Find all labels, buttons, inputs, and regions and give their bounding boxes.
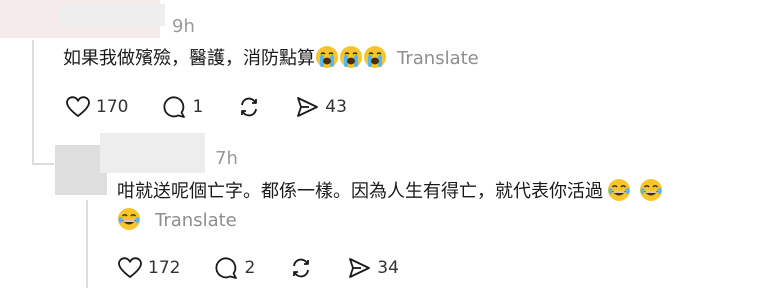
share-button[interactable]: 34 — [347, 256, 399, 280]
share-button[interactable]: 43 — [295, 95, 347, 119]
joy-emoji-icon — [639, 178, 663, 212]
blurred-username-reply — [100, 133, 205, 173]
joy-emoji-icon — [607, 178, 631, 212]
share-count: 34 — [377, 258, 399, 278]
translate-link[interactable]: Translate — [397, 48, 479, 69]
sob-emoji-icon — [363, 45, 387, 79]
translate-link[interactable]: Translate — [155, 210, 237, 231]
repost-button[interactable] — [289, 256, 313, 280]
joy-emoji-icon — [117, 207, 141, 241]
repost-button[interactable] — [237, 95, 261, 119]
sob-emoji-icon — [339, 45, 363, 79]
reply-body: 咁就送呢個亡字。都係一樣。因為人生有得亡，就代表你活過 — [117, 181, 603, 202]
sob-emoji-icon — [315, 45, 339, 79]
reply-button[interactable]: 2 — [214, 256, 255, 280]
reply-count: 2 — [244, 258, 256, 278]
reply-timestamp: 7h — [215, 148, 238, 169]
heart-icon — [66, 96, 90, 117]
reply-count: 1 — [192, 97, 204, 117]
comment-body: 如果我做殯殮，醫護，消防點算 — [63, 48, 315, 69]
heart-icon — [118, 257, 142, 278]
thread-connector-reply — [86, 200, 88, 288]
share-count: 43 — [325, 97, 347, 117]
like-count: 172 — [148, 258, 181, 278]
repost-icon — [241, 97, 258, 117]
send-icon — [297, 97, 319, 117]
like-count: 170 — [96, 97, 129, 117]
comment-timestamp: 9h — [172, 16, 195, 37]
reply-button[interactable]: 1 — [162, 95, 203, 119]
blurred-username-top — [60, 4, 165, 26]
reply-actions: 172 2 34 — [118, 254, 433, 282]
like-button[interactable]: 170 — [66, 96, 128, 118]
speech-bubble-icon — [215, 257, 238, 279]
reply-text-line-2: Translate — [117, 206, 237, 241]
send-icon — [349, 258, 371, 278]
thread-connector — [32, 40, 34, 165]
like-button[interactable]: 172 — [118, 257, 180, 279]
comment-text: 如果我做殯殮，醫護，消防點算 Translate — [63, 44, 479, 79]
speech-bubble-icon — [163, 96, 186, 118]
repost-icon — [293, 258, 310, 278]
comment-actions: 170 1 43 — [66, 93, 381, 121]
thread-connector-elbow — [32, 163, 54, 165]
